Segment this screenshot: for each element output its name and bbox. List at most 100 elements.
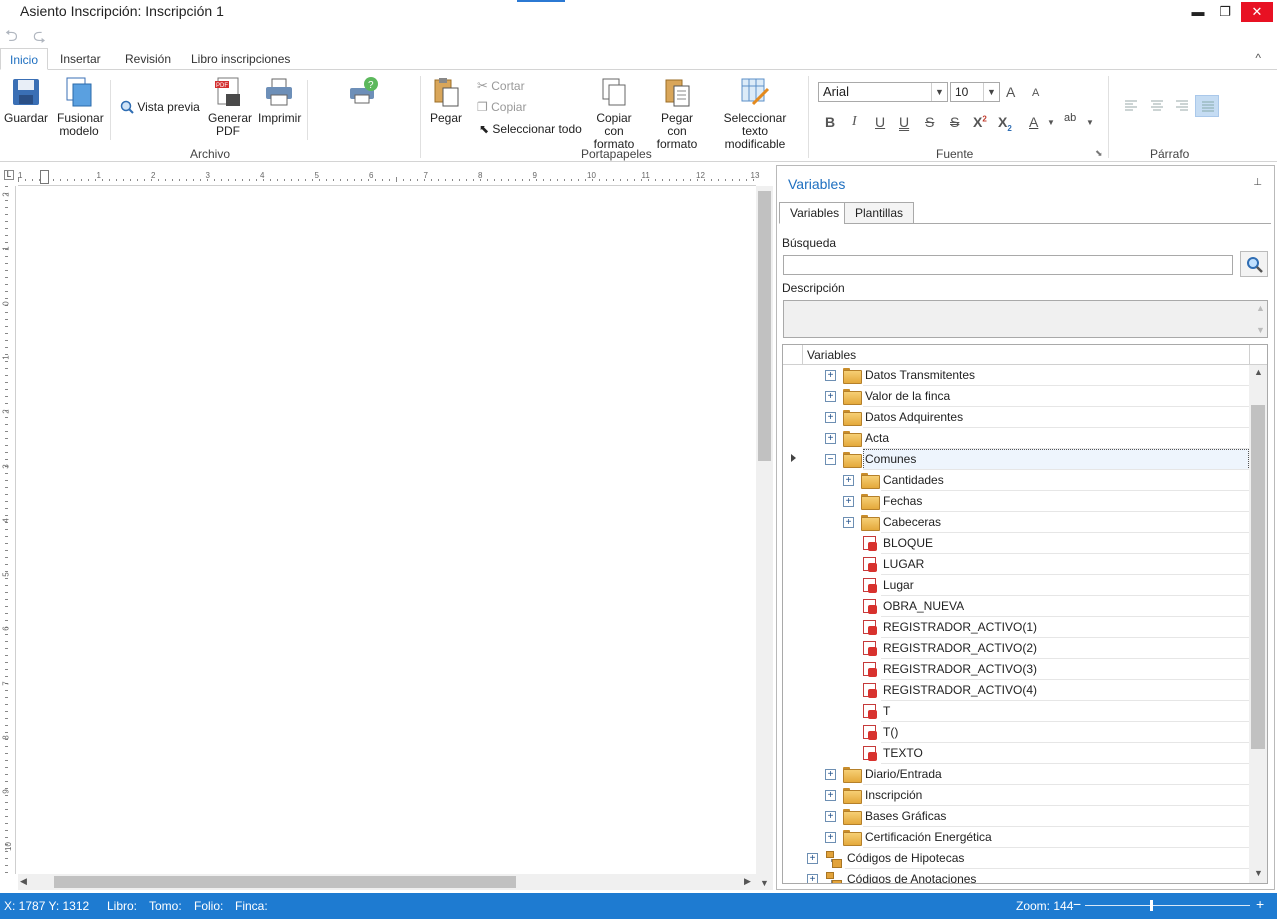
expand-icon[interactable]: + bbox=[825, 769, 836, 780]
document-horizontal-scrollbar[interactable]: ◀ ▶ bbox=[18, 874, 756, 890]
shrink-font-button[interactable]: A bbox=[1032, 87, 1039, 99]
scroll-down-icon[interactable]: ▼ bbox=[760, 878, 769, 888]
tab-revision[interactable]: Revisión bbox=[116, 48, 180, 70]
superscript-button[interactable]: X2 bbox=[973, 114, 987, 130]
zoom-in-button[interactable]: + bbox=[1256, 896, 1264, 912]
tree-variable-item[interactable]: LUGAR bbox=[783, 554, 1249, 575]
strikethrough-button[interactable]: S bbox=[925, 114, 934, 130]
chevron-down-icon[interactable]: ▼ bbox=[1086, 118, 1094, 127]
bold-button[interactable]: B bbox=[825, 114, 835, 130]
grow-font-button[interactable]: A bbox=[1006, 84, 1015, 100]
printer-help-button[interactable]: ? bbox=[346, 76, 380, 112]
tree-folder-item[interactable]: + Datos Transmitentes bbox=[783, 365, 1249, 386]
scroll-up-icon[interactable]: ▲ bbox=[1254, 367, 1263, 377]
tree-folder-item[interactable]: + Códigos de Hipotecas bbox=[783, 848, 1249, 869]
tree-folder-item[interactable]: + Diario/Entrada bbox=[783, 764, 1249, 785]
zoom-out-button[interactable]: − bbox=[1073, 896, 1081, 912]
cortar-button[interactable]: ✂ Cortar bbox=[477, 78, 525, 94]
tree-variable-item[interactable]: REGISTRADOR_ACTIVO(2) bbox=[783, 638, 1249, 659]
search-button[interactable] bbox=[1240, 251, 1268, 277]
tree-variable-item[interactable]: REGISTRADOR_ACTIVO(4) bbox=[783, 680, 1249, 701]
double-underline-button[interactable]: U bbox=[899, 114, 909, 130]
tree-folder-item[interactable]: + Certificación Energética bbox=[783, 827, 1249, 848]
expand-icon[interactable]: + bbox=[825, 391, 836, 402]
font-size-select[interactable]: 10 ▼ bbox=[950, 82, 1000, 102]
imprimir-button[interactable]: Imprimir bbox=[258, 76, 301, 125]
tree-vertical-scrollbar[interactable]: ▲ ▼ bbox=[1249, 365, 1267, 883]
seleccionar-texto-button[interactable]: Seleccionar texto modificable bbox=[710, 76, 800, 151]
seleccionar-todo-button[interactable]: ⬉ Seleccionar todo bbox=[479, 122, 582, 136]
tree-folder-item[interactable]: + Bases Gráficas bbox=[783, 806, 1249, 827]
underline-button[interactable]: U bbox=[875, 114, 885, 130]
tab-variables[interactable]: Variables bbox=[779, 202, 851, 224]
variables-tree[interactable]: Variables + Datos Transmitentes + Valor de … bbox=[782, 344, 1268, 884]
restore-button[interactable]: ❐ bbox=[1210, 2, 1240, 22]
tab-inicio[interactable]: Inicio bbox=[0, 48, 49, 70]
tab-plantillas[interactable]: Plantillas bbox=[844, 202, 915, 224]
horizontal-ruler[interactable]: 1 1 2 3 4 5 6 7 8 9 10 11 12 13 bbox=[18, 168, 759, 186]
subscript-button[interactable]: X2 bbox=[998, 114, 1012, 133]
tab-insertar[interactable]: Insertar bbox=[51, 48, 110, 70]
document-area[interactable]: L 1 1 2 3 4 5 6 7 8 9 10 11 12 13 2 1 0 1 2 3 4 5 6 7 8 9 10 ▼ ◀ … bbox=[0, 164, 773, 891]
fusionar-button[interactable]: Fusionar modelo bbox=[55, 76, 104, 138]
tree-folder-item[interactable]: + Fechas bbox=[783, 491, 1249, 512]
tree-variable-item[interactable]: TEXTO bbox=[783, 743, 1249, 764]
tree-folder-item[interactable]: + Valor de la finca bbox=[783, 386, 1249, 407]
search-input[interactable] bbox=[783, 255, 1233, 275]
expand-icon[interactable]: + bbox=[807, 853, 818, 864]
dialog-launcher-icon[interactable]: ⬊ bbox=[1095, 148, 1103, 159]
expand-icon[interactable]: + bbox=[825, 412, 836, 423]
document-page[interactable] bbox=[18, 188, 756, 874]
tree-variable-item[interactable]: T() bbox=[783, 722, 1249, 743]
close-button[interactable]: ✕ bbox=[1241, 2, 1273, 22]
pin-icon[interactable]: ⊥ bbox=[1253, 177, 1262, 188]
generar-pdf-button[interactable]: PDF Generar PDF bbox=[205, 76, 252, 138]
zoom-slider-thumb[interactable] bbox=[1150, 900, 1153, 911]
tree-folder-item[interactable]: − Comunes bbox=[783, 449, 1249, 470]
tree-variable-item[interactable]: REGISTRADOR_ACTIVO(1) bbox=[783, 617, 1249, 638]
font-color-button[interactable]: A bbox=[1029, 114, 1038, 130]
document-vertical-scrollbar[interactable]: ▼ bbox=[756, 186, 773, 890]
scroll-thumb[interactable] bbox=[54, 876, 516, 888]
align-right-icon[interactable] bbox=[1175, 100, 1189, 112]
collapse-icon[interactable]: − bbox=[825, 454, 836, 465]
expand-icon[interactable]: + bbox=[843, 496, 854, 507]
tree-variable-item[interactable]: T bbox=[783, 701, 1249, 722]
expand-icon[interactable]: + bbox=[825, 811, 836, 822]
font-name-select[interactable]: Arial ▼ bbox=[818, 82, 948, 102]
tree-variable-item[interactable]: OBRA_NUEVA bbox=[783, 596, 1249, 617]
tree-folder-item[interactable]: + Acta bbox=[783, 428, 1249, 449]
indent-marker[interactable] bbox=[40, 170, 49, 184]
pegar-formato-button[interactable]: Pegar con formato bbox=[649, 76, 705, 151]
expand-icon[interactable]: + bbox=[825, 790, 836, 801]
vertical-ruler[interactable]: 2 1 0 1 2 3 4 5 6 7 8 9 10 bbox=[0, 186, 16, 874]
chevron-down-icon[interactable]: ▼ bbox=[1047, 118, 1055, 127]
highlight-button[interactable]: ab bbox=[1064, 112, 1076, 124]
justify-button[interactable] bbox=[1195, 95, 1219, 117]
tree-folder-item[interactable]: + Cabeceras bbox=[783, 512, 1249, 533]
double-strikethrough-button[interactable]: S bbox=[950, 114, 959, 130]
expand-icon[interactable]: + bbox=[843, 475, 854, 486]
scroll-right-icon[interactable]: ▶ bbox=[744, 876, 751, 887]
tree-folder-item[interactable]: + Datos Adquirentes bbox=[783, 407, 1249, 428]
tree-folder-item[interactable]: + Inscripción bbox=[783, 785, 1249, 806]
align-left-icon[interactable] bbox=[1124, 100, 1138, 112]
tree-variable-item[interactable]: REGISTRADOR_ACTIVO(3) bbox=[783, 659, 1249, 680]
tab-stop-icon[interactable]: L bbox=[4, 170, 14, 180]
tree-folder-item[interactable]: + Cantidades bbox=[783, 470, 1249, 491]
expand-icon[interactable]: + bbox=[807, 874, 818, 883]
tree-variable-item[interactable]: Lugar bbox=[783, 575, 1249, 596]
italic-button[interactable]: I bbox=[852, 114, 857, 130]
scroll-left-icon[interactable]: ◀ bbox=[20, 876, 27, 887]
copiar-formato-button[interactable]: Copiar con formato bbox=[584, 76, 644, 151]
align-center-icon[interactable] bbox=[1150, 100, 1164, 112]
copiar-button[interactable]: ❐ Copiar bbox=[477, 100, 526, 114]
scroll-thumb[interactable] bbox=[758, 191, 771, 461]
tree-folder-item[interactable]: + Códigos de Anotaciones bbox=[783, 869, 1249, 883]
expand-icon[interactable]: + bbox=[825, 433, 836, 444]
tab-libro-inscripciones[interactable]: Libro inscripciones bbox=[182, 48, 299, 70]
guardar-button[interactable]: Guardar bbox=[4, 76, 48, 125]
scroll-thumb[interactable] bbox=[1251, 405, 1265, 749]
expand-icon[interactable]: + bbox=[843, 517, 854, 528]
collapse-ribbon-icon[interactable]: ^ bbox=[1255, 51, 1261, 65]
